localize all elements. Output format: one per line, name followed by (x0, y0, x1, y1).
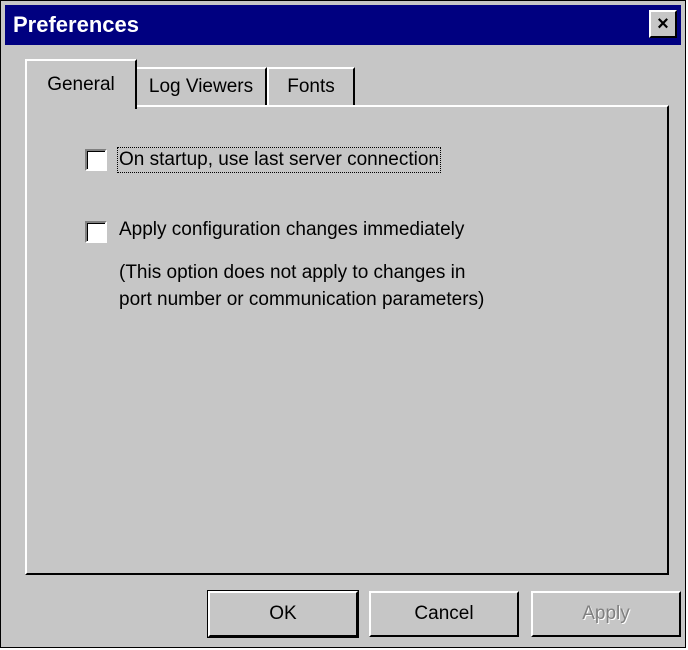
apply-immediately-label[interactable]: Apply configuration changes immediately (119, 219, 464, 241)
apply-immediately-checkbox[interactable] (85, 221, 107, 243)
close-icon: × (657, 13, 669, 35)
note-line-1: (This option does not apply to changes i… (119, 262, 466, 283)
tab-general-label: General (47, 74, 115, 95)
apply-immediately-note: (This option does not apply to changes i… (119, 259, 484, 313)
tab-fonts[interactable]: Fonts (267, 67, 355, 105)
cancel-button-label: Cancel (414, 603, 474, 624)
note-line-2: port number or communication parameters) (119, 289, 485, 310)
tab-general[interactable]: General (25, 59, 137, 109)
close-button[interactable]: × (649, 10, 677, 38)
general-tab-panel: On startup, use last server connection A… (25, 105, 669, 575)
tab-log-viewers-label: Log Viewers (148, 76, 254, 97)
tab-log-viewers[interactable]: Log Viewers (135, 67, 267, 105)
tab-fonts-label: Fonts (287, 76, 335, 97)
apply-button-label: Apply (582, 603, 630, 624)
preferences-dialog: Preferences × General Log Viewers Fonts … (0, 0, 686, 648)
title-bar[interactable]: Preferences × (5, 5, 681, 45)
dialog-title: Preferences (13, 12, 139, 37)
startup-connection-label[interactable]: On startup, use last server connection (117, 147, 441, 173)
ok-button-label: OK (269, 603, 297, 624)
cancel-button[interactable]: Cancel (369, 591, 519, 637)
ok-button[interactable]: OK (207, 590, 359, 638)
apply-button[interactable]: Apply (531, 591, 681, 637)
startup-connection-checkbox[interactable] (85, 149, 107, 171)
